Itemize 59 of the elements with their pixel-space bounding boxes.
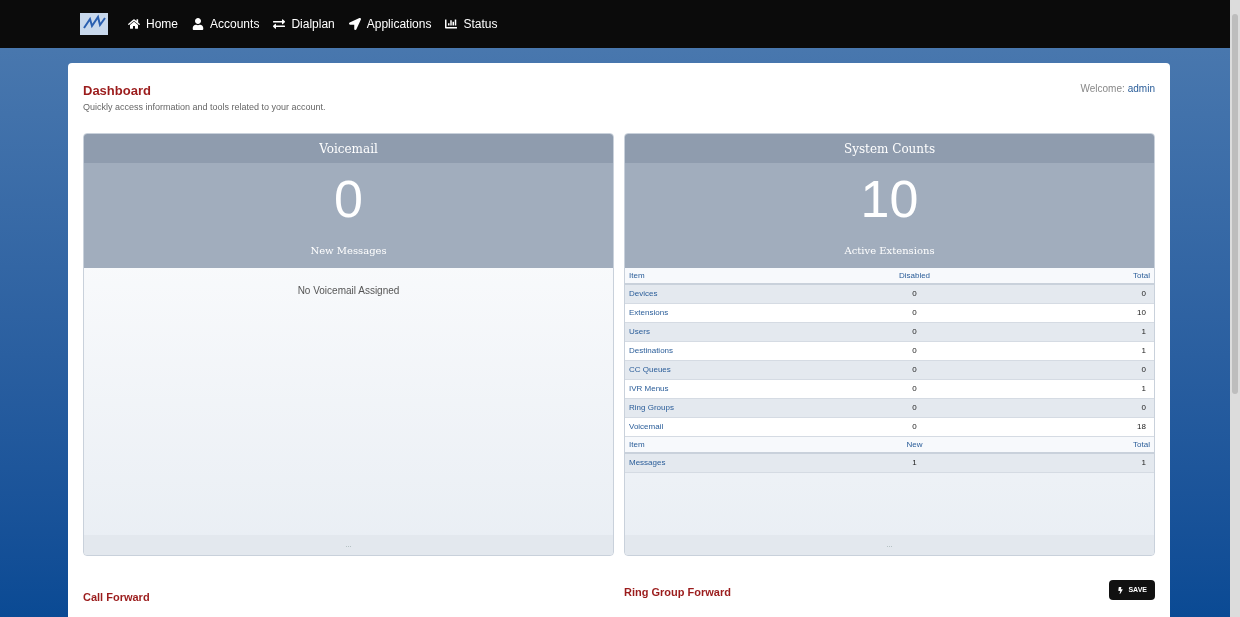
table-cell-text: 0 [911,383,918,395]
table-cell-text: 1 [1140,326,1147,338]
count-label: New Messages [310,244,387,258]
column-header[interactable]: Disabled [829,269,1000,282]
column-header[interactable]: Item [629,269,829,282]
nav-link[interactable]: Home [128,15,178,33]
column-header[interactable]: Total [1000,438,1150,451]
table-cell-text: 0 [1140,288,1147,300]
section-title: Ring Group Forward [624,585,731,600]
table-cell-text: 18 [1136,421,1147,433]
table-cell-text: 0 [911,288,918,300]
table-cell[interactable]: Devices [629,288,829,300]
panel-title: System Counts [625,134,1154,163]
table-cell[interactable]: Extensions [629,307,829,319]
column-header[interactable]: New [829,438,1000,451]
table-cell[interactable]: Destinations [629,345,829,357]
count-value: 0 [334,169,363,230]
logo-icon[interactable] [80,13,108,35]
nav-link[interactable]: Accounts [192,15,260,33]
nav-link[interactable]: Dialplan [273,15,335,33]
user-icon [192,18,204,30]
table-cell-text: 1 [1140,383,1147,395]
column-header[interactable]: Total [1000,269,1150,282]
home-icon [128,18,140,30]
table-cell-text: 0 [911,345,918,357]
table-cell-text: 1 [1140,345,1147,357]
table-cell-text: 0 [1140,364,1147,376]
table-cell-text: 0 [911,326,918,338]
table-cell-text: 1 [911,457,918,469]
empty-message: No Voicemail Assigned [296,284,401,298]
table-cell[interactable]: CC Queues [629,364,829,376]
table-cell-text: 0 [911,402,918,414]
user-link[interactable]: admin [1127,81,1155,114]
bolt-icon [1117,586,1125,594]
section-title: Call Forward [83,591,150,603]
table-cell[interactable]: Voicemail [629,421,829,433]
scrollbar[interactable] [1230,0,1240,617]
welcome-label: Welcome: [1080,82,1125,96]
table-cell[interactable]: Users [629,326,829,338]
table-cell-text: 0 [911,307,918,319]
bar-chart-icon [445,18,458,30]
table-cell-text: 1 [1140,457,1147,469]
table-cell-text: 0 [911,364,918,376]
count-value: 10 [860,169,919,230]
arrows-icon [273,18,286,30]
panel-title: Voicemail [84,134,613,163]
table-cell-text: 0 [911,421,918,433]
table-cell[interactable]: Messages [629,457,829,469]
page-subtitle: Quickly access information and tools related to your account. [83,100,326,114]
page-title: Dashboard [83,82,152,100]
nav-link[interactable]: Status [445,15,498,33]
paper-plane-icon [348,18,361,30]
table-cell-text: 0 [1140,402,1147,414]
table-cell-text: 10 [1136,307,1147,319]
column-header[interactable]: Item [629,438,829,451]
table-cell[interactable]: Ring Groups [629,402,829,414]
count-label: Active Extensions [844,244,935,258]
nav-link[interactable]: Applications [348,15,432,33]
table-cell[interactable]: IVR Menus [629,383,829,395]
